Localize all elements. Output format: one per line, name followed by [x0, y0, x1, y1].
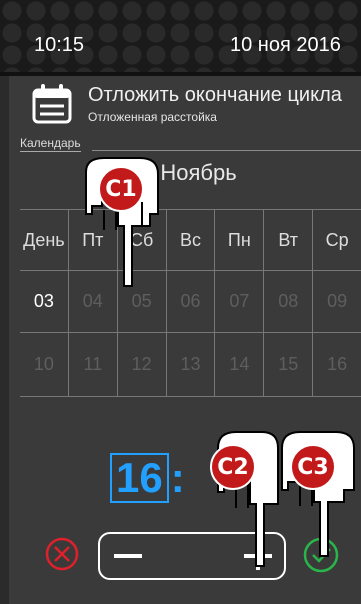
divider — [92, 150, 361, 151]
month-title: Ноябрь — [160, 160, 237, 185]
dialog-title: Отложить окончание цикла — [88, 84, 342, 106]
calendar-icon — [32, 84, 72, 124]
weekday-label: Вс — [165, 210, 215, 270]
calendar-day[interactable]: 07 — [214, 271, 263, 332]
status-bar: 10:15 10 ноя 2016 — [0, 0, 361, 72]
calendar-day[interactable]: 11 — [67, 333, 117, 396]
hours-field[interactable]: 16 — [110, 453, 169, 503]
calendar-day[interactable]: 14 — [214, 333, 263, 396]
callout-badge-c2: C2 — [210, 444, 256, 490]
weekday-label: Ср — [312, 210, 361, 270]
calendar-day[interactable]: 06 — [165, 271, 215, 332]
status-date: 10 ноя 2016 — [230, 34, 341, 56]
time-separator: : — [170, 454, 185, 501]
calendar-day[interactable]: 08 — [263, 271, 312, 332]
calendar-day[interactable]: 13 — [165, 333, 215, 396]
calendar-day[interactable]: 15 — [263, 333, 312, 396]
weekday-label: Вт — [263, 210, 312, 270]
calendar-day-selected[interactable]: 03 — [20, 271, 68, 332]
calendar-day[interactable]: 12 — [116, 333, 166, 396]
calendar-day[interactable]: 09 — [312, 271, 361, 332]
minus-icon[interactable] — [114, 554, 142, 558]
calendar-day[interactable]: 10 — [20, 333, 68, 396]
time-input: 16 : — [110, 452, 185, 504]
calendar-day[interactable]: 16 — [312, 333, 361, 396]
calendar-week-row: 10 11 12 13 14 15 16 — [20, 333, 361, 397]
callout-badge-c3: C3 — [290, 444, 336, 490]
dialog-subtitle: Отложенная расстойка — [88, 110, 217, 124]
callout-badge-c1: C1 — [98, 166, 144, 212]
calendar-week-row: 03 04 05 06 07 08 09 — [20, 271, 361, 333]
side-strip — [0, 76, 9, 604]
calendar-label: Календарь — [20, 136, 81, 152]
close-circle-icon[interactable] — [44, 536, 80, 572]
status-time: 10:15 — [34, 34, 85, 56]
weekday-header-row: День Пт Сб Вс Пн Вт Ср — [20, 209, 361, 271]
weekday-label: День — [23, 229, 65, 250]
weekday-label: Пн — [214, 210, 263, 270]
